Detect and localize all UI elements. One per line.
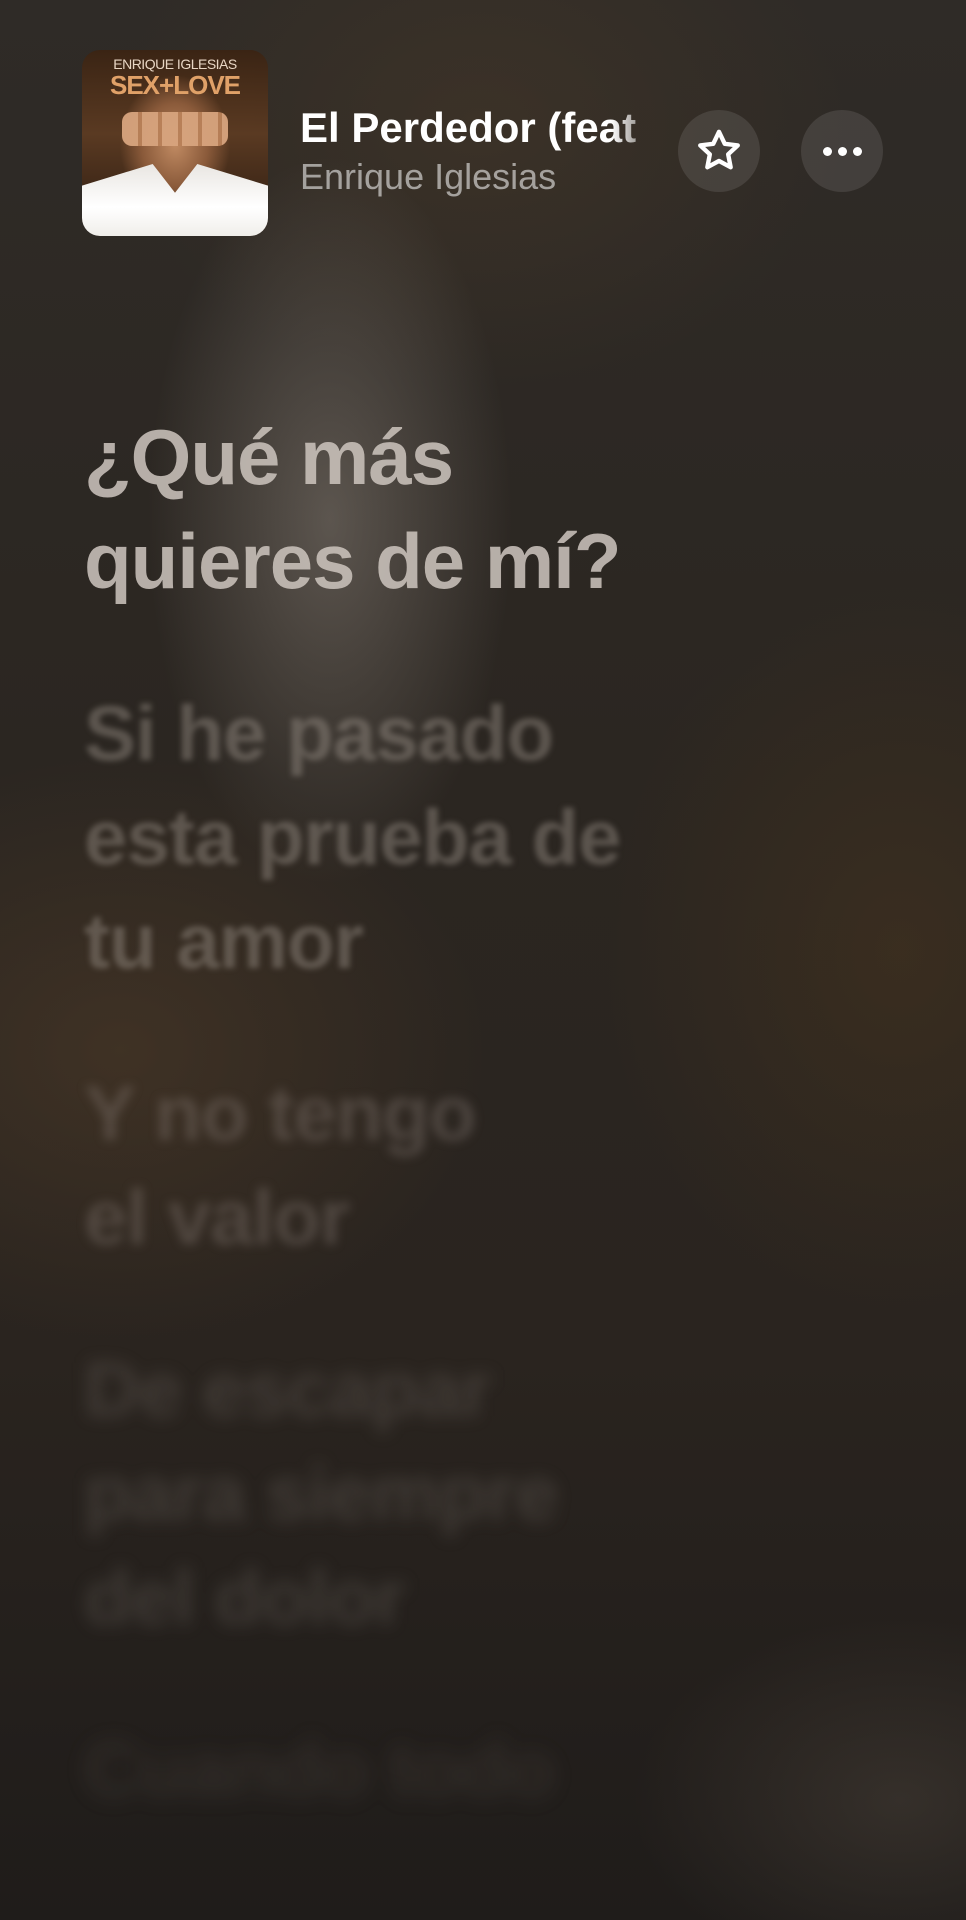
lyric-line[interactable]: Si he pasado esta prueba de tu amor [84, 681, 844, 993]
lyric-line[interactable]: De escapar para siempre del dolor [84, 1337, 844, 1649]
lyric-line[interactable]: Cuando todo [84, 1717, 844, 1821]
now-playing-header: ENRIQUE IGLESIAS SEX+LOVE El Perdedor (f… [0, 0, 966, 260]
favorite-button[interactable] [678, 110, 760, 192]
star-outline-icon [698, 129, 740, 170]
more-options-button[interactable] [801, 110, 883, 192]
lyric-line-current[interactable]: ¿Qué más quieres de mí? [84, 405, 844, 613]
lyric-line[interactable]: Y no tengo el valor [84, 1061, 844, 1269]
artwork-hands [122, 112, 228, 146]
ellipsis-icon [822, 146, 862, 156]
album-artwork[interactable]: ENRIQUE IGLESIAS SEX+LOVE [82, 50, 268, 236]
artwork-album-text: SEX+LOVE [110, 70, 241, 100]
artwork-shirt [82, 164, 268, 236]
lyrics-view[interactable]: ¿Qué más quieres de mí? Si he pasado est… [84, 405, 844, 1889]
song-title[interactable]: El Perdedor (feat [300, 104, 666, 152]
song-artist[interactable]: Enrique Iglesias [300, 156, 556, 198]
